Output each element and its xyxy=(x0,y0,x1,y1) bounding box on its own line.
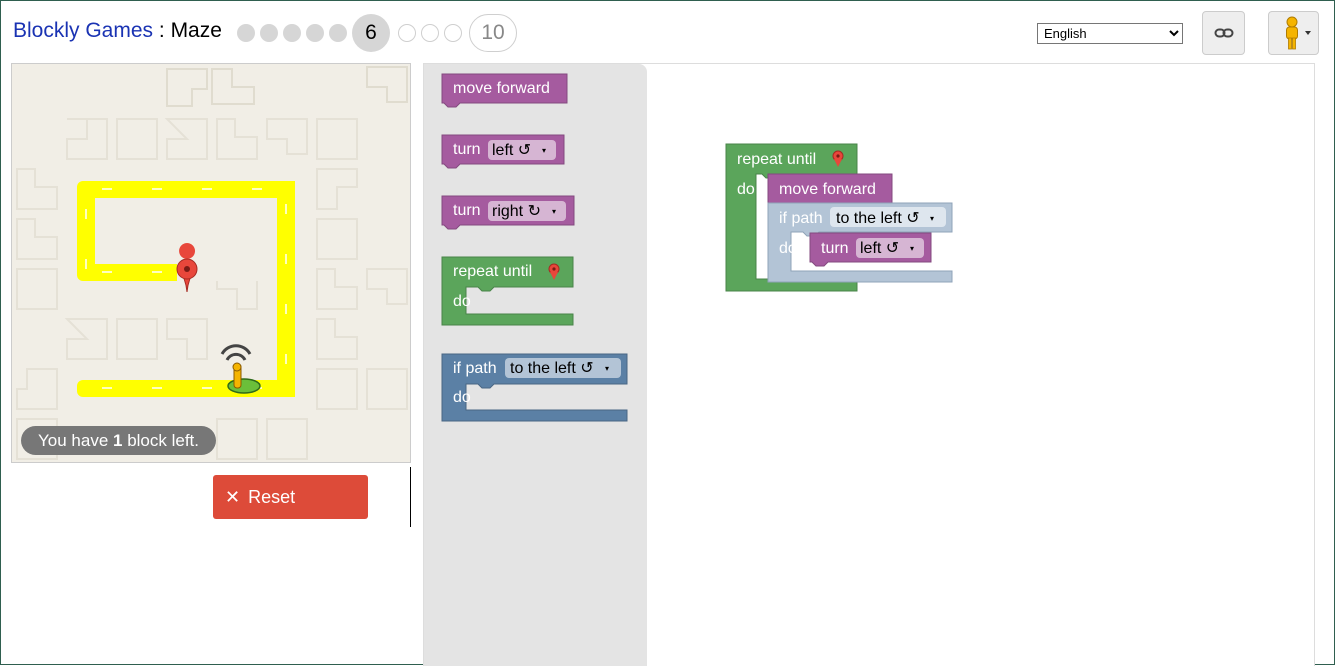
close-icon: ✕ xyxy=(225,486,241,507)
block-label: turn xyxy=(821,240,849,257)
block-label: repeat until xyxy=(453,263,532,280)
link-icon xyxy=(1214,28,1233,38)
block-label: move forward xyxy=(779,181,876,198)
dropdown-value: right ↻ xyxy=(492,203,541,220)
toolbox-block-turn-left[interactable]: turn left ↺ ▾ xyxy=(441,134,565,169)
block-label: repeat until xyxy=(737,151,816,168)
level-3[interactable] xyxy=(283,23,301,42)
toolbox-block-turn-right[interactable]: turn right ↻ ▾ xyxy=(441,195,575,230)
dropdown-value: to the left ↺ xyxy=(510,360,594,377)
divider xyxy=(410,467,411,527)
pegman-player-icon xyxy=(220,344,261,394)
game-name: Maze xyxy=(170,19,222,42)
blockly-workspace[interactable]: move forward turn left ↺ ▾ turn right ↻ … xyxy=(423,63,1315,666)
chevron-down-icon: ▾ xyxy=(605,364,609,373)
block-label: if path xyxy=(453,360,497,377)
chevron-down-icon: ▾ xyxy=(542,146,546,155)
level-9[interactable] xyxy=(444,23,462,42)
block-label: turn xyxy=(453,202,481,219)
dropdown-value: left ↺ xyxy=(492,142,531,159)
pegman-button[interactable] xyxy=(1268,11,1319,55)
do-label: do xyxy=(737,181,755,198)
level-7[interactable] xyxy=(398,23,416,42)
dropdown-value: left ↺ xyxy=(860,240,899,257)
capacity-suffix: block left. xyxy=(122,431,200,450)
pegman-icon xyxy=(1285,16,1311,50)
block-label: turn xyxy=(453,141,481,158)
reset-button[interactable]: ✕ Reset xyxy=(213,475,368,519)
program-block-turn-left[interactable]: turn left ↺ ▾ xyxy=(809,232,932,267)
do-label: do xyxy=(779,240,797,257)
level-selector: 6 10 xyxy=(237,13,517,52)
level-2[interactable] xyxy=(260,23,278,42)
goal-marker-icon xyxy=(176,243,198,293)
link-button[interactable] xyxy=(1202,11,1245,55)
capacity-bubble: You have 1 block left. xyxy=(21,426,217,455)
level-4[interactable] xyxy=(306,23,324,42)
level-8[interactable] xyxy=(421,23,439,42)
chevron-down-icon: ▾ xyxy=(930,214,934,223)
toolbox-block-repeat-until[interactable]: repeat until do xyxy=(441,256,574,326)
program-block-move-forward[interactable]: move forward xyxy=(767,173,893,208)
toolbox-block-move-forward[interactable]: move forward xyxy=(441,73,568,108)
chevron-down-icon: ▾ xyxy=(552,207,556,216)
page-title: Blockly Games : Maze xyxy=(13,19,222,43)
block-label: if path xyxy=(779,210,823,227)
do-label: do xyxy=(453,389,471,406)
title-separator: : xyxy=(153,19,171,42)
maze-path xyxy=(77,181,295,397)
chevron-down-icon xyxy=(1304,31,1311,35)
dropdown-value: to the left ↺ xyxy=(836,210,920,227)
level-current[interactable]: 6 xyxy=(352,13,390,52)
brand-link[interactable]: Blockly Games xyxy=(13,19,153,42)
capacity-prefix: You have xyxy=(38,431,113,450)
blocks-svg: move forward turn left ↺ ▾ turn right ↻ … xyxy=(441,73,953,422)
toolbox-block-if-path[interactable]: if path to the left ↺ ▾ do xyxy=(441,353,628,422)
maze-area xyxy=(11,63,411,463)
do-label: do xyxy=(453,293,471,310)
language-select[interactable]: English xyxy=(1037,23,1183,44)
level-last[interactable]: 10 xyxy=(469,13,517,52)
level-5[interactable] xyxy=(329,23,347,42)
block-label: move forward xyxy=(453,80,550,97)
maze-svg xyxy=(16,66,408,460)
level-1[interactable] xyxy=(237,23,255,42)
reset-label: Reset xyxy=(248,486,296,507)
chevron-down-icon: ▾ xyxy=(910,244,914,253)
